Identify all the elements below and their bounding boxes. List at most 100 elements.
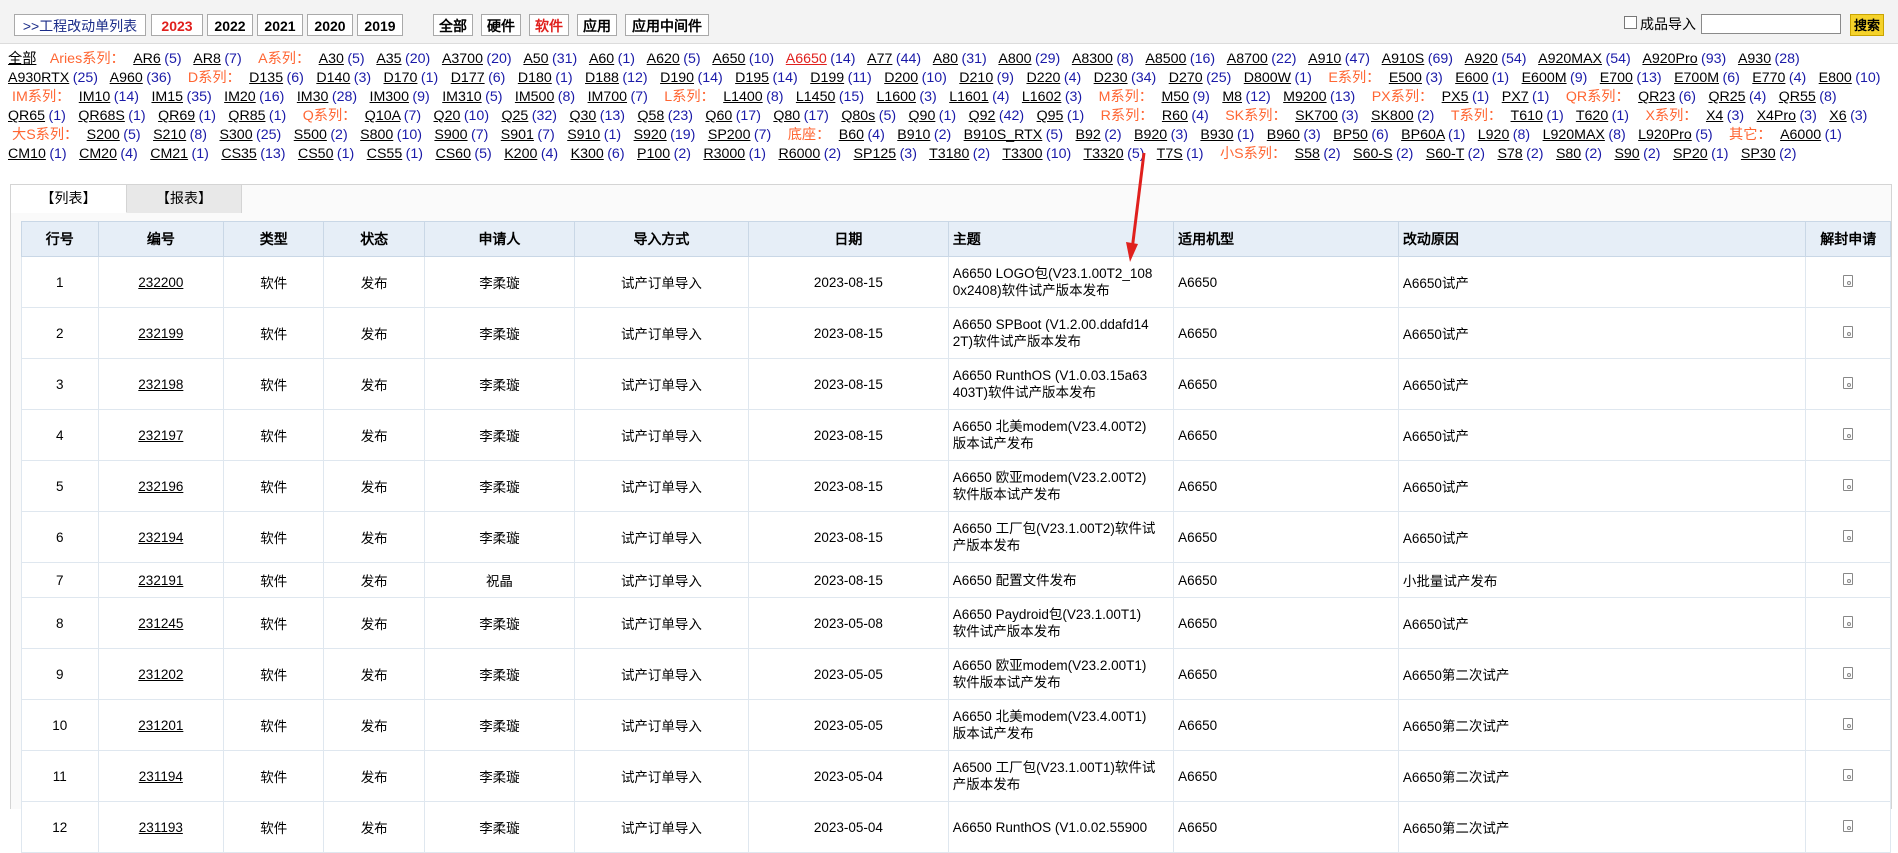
model-link[interactable]: S920 (19) [634, 127, 696, 143]
model-link[interactable]: B60 (4) [839, 127, 885, 143]
unseal-request-icon[interactable] [1843, 572, 1854, 585]
model-link[interactable]: QR65 (1) [8, 108, 66, 124]
model-link[interactable]: A60 (1) [589, 51, 635, 67]
model-link[interactable]: Q92 (42) [969, 108, 1025, 124]
model-link[interactable]: L920Pro (5) [1638, 127, 1712, 143]
model-link[interactable]: SP200 (7) [708, 127, 771, 143]
model-link[interactable]: IM20 (16) [224, 89, 284, 105]
model-link[interactable]: S90 (2) [1614, 146, 1660, 162]
order-id-link[interactable]: 231193 [139, 820, 183, 835]
model-link[interactable]: R3000 (1) [703, 146, 766, 162]
model-link[interactable]: Q10A (7) [365, 108, 421, 124]
model-link[interactable]: A620 (5) [647, 51, 701, 67]
order-id-link[interactable]: 231245 [138, 616, 183, 631]
model-link[interactable]: A650 (10) [712, 51, 774, 67]
unseal-request-icon[interactable] [1843, 666, 1854, 679]
model-link[interactable]: QR55 (8) [1779, 89, 1837, 105]
model-link[interactable]: X6 (3) [1829, 108, 1867, 124]
unseal-request-icon[interactable] [1843, 819, 1854, 832]
model-link[interactable]: Q20 (10) [434, 108, 490, 124]
model-link[interactable]: QR69 (1) [158, 108, 216, 124]
model-link[interactable]: QR23 (6) [1638, 89, 1696, 105]
model-link[interactable]: B920 (3) [1134, 127, 1188, 143]
year-2019-button[interactable]: 2019 [357, 14, 403, 36]
order-id-link[interactable]: 231202 [138, 667, 183, 682]
model-link[interactable]: A3700 (20) [442, 51, 512, 67]
model-link[interactable]: L920 (8) [1478, 127, 1530, 143]
unseal-request-icon[interactable] [1843, 615, 1854, 628]
model-link[interactable]: X4Pro (3) [1757, 108, 1817, 124]
order-id-link[interactable]: 232199 [138, 326, 183, 341]
tab-report[interactable]: 【报表】 [127, 185, 242, 213]
model-link[interactable]: SP30 (2) [1741, 146, 1797, 162]
order-id-link[interactable]: 231194 [139, 769, 183, 784]
model-link[interactable]: K300 (6) [571, 146, 625, 162]
year-2022-button[interactable]: 2022 [207, 14, 253, 36]
unseal-request-icon[interactable] [1843, 325, 1854, 338]
model-link[interactable]: L1601 (4) [949, 89, 1009, 105]
model-link[interactable]: L920MAX (8) [1543, 127, 1626, 143]
model-link[interactable]: BP50 (6) [1333, 127, 1389, 143]
model-link[interactable]: B930 (1) [1200, 127, 1254, 143]
model-link[interactable]: M8 (12) [1222, 89, 1270, 105]
model-link[interactable]: SP20 (1) [1673, 146, 1729, 162]
model-link[interactable]: S60-T (2) [1426, 146, 1485, 162]
model-link[interactable]: D230 (34) [1094, 70, 1157, 86]
model-link[interactable]: IM500 (8) [515, 89, 575, 105]
model-link[interactable]: A50 (31) [523, 51, 577, 67]
model-link[interactable]: S901 (7) [501, 127, 555, 143]
model-link[interactable]: A8500 (16) [1145, 51, 1215, 67]
model-link[interactable]: A910 (47) [1308, 51, 1370, 67]
model-link[interactable]: CM20 (4) [79, 146, 138, 162]
unseal-request-icon[interactable] [1843, 274, 1854, 287]
unseal-request-icon[interactable] [1843, 768, 1854, 781]
model-link[interactable]: D200 (10) [884, 70, 947, 86]
model-link[interactable]: B92 (2) [1076, 127, 1122, 143]
model-link[interactable]: PX7 (1) [1502, 89, 1550, 105]
model-link[interactable]: A80 (31) [933, 51, 987, 67]
model-link[interactable]: R60 (4) [1162, 108, 1209, 124]
product-import-checkbox[interactable] [1624, 16, 1637, 29]
model-link[interactable]: IM15 (35) [151, 89, 211, 105]
model-link[interactable]: SK700 (3) [1295, 108, 1358, 124]
model-link[interactable]: T610 (1) [1511, 108, 1564, 124]
model-link[interactable]: AR6 (5) [133, 51, 181, 67]
model-link[interactable]: E500 (3) [1389, 70, 1443, 86]
model-all-link[interactable]: 全部 [8, 51, 36, 67]
model-link[interactable]: A77 (44) [867, 51, 921, 67]
model-link[interactable]: SK800 (2) [1371, 108, 1434, 124]
model-link[interactable]: Q58 (23) [637, 108, 693, 124]
model-link[interactable]: Q80s (5) [841, 108, 896, 124]
model-link[interactable]: E700 (13) [1600, 70, 1662, 86]
model-link[interactable]: E800 (10) [1819, 70, 1881, 86]
model-link[interactable]: L1400 (8) [723, 89, 783, 105]
model-link[interactable]: A920 (54) [1465, 51, 1527, 67]
model-link[interactable]: D195 (14) [735, 70, 798, 86]
model-link[interactable]: D180 (1) [518, 70, 573, 86]
filter-middleware-button[interactable]: 应用中间件 [625, 14, 709, 36]
model-link[interactable]: D190 (14) [660, 70, 723, 86]
model-link[interactable]: D800W (1) [1244, 70, 1312, 86]
model-link[interactable]: P100 (2) [637, 146, 691, 162]
order-id-link[interactable]: 232196 [138, 479, 183, 494]
model-link[interactable]: A920MAX (54) [1538, 51, 1631, 67]
model-link[interactable]: S300 (25) [219, 127, 281, 143]
unseal-request-icon[interactable] [1843, 717, 1854, 730]
model-link[interactable]: E600 (1) [1455, 70, 1509, 86]
model-link[interactable]: S910 (1) [567, 127, 621, 143]
model-link[interactable]: Q95 (1) [1037, 108, 1085, 124]
list-title-button[interactable]: >>工程改动单列表 [14, 14, 146, 36]
model-link[interactable]: S900 (7) [434, 127, 488, 143]
model-link[interactable]: IM30 (28) [297, 89, 357, 105]
model-link[interactable]: Q80 (17) [773, 108, 829, 124]
model-link[interactable]: D135 (6) [249, 70, 304, 86]
model-link[interactable]: PX5 (1) [1442, 89, 1490, 105]
model-link[interactable]: D177 (6) [451, 70, 506, 86]
model-link[interactable]: L1450 (15) [796, 89, 864, 105]
order-id-link[interactable]: 231201 [138, 718, 183, 733]
model-link[interactable]: Q25 (32) [502, 108, 558, 124]
model-link[interactable]: B910S_RTX (5) [964, 127, 1063, 143]
model-link[interactable]: E770 (4) [1752, 70, 1806, 86]
model-link[interactable]: D210 (9) [959, 70, 1014, 86]
model-link[interactable]: B960 (3) [1267, 127, 1321, 143]
